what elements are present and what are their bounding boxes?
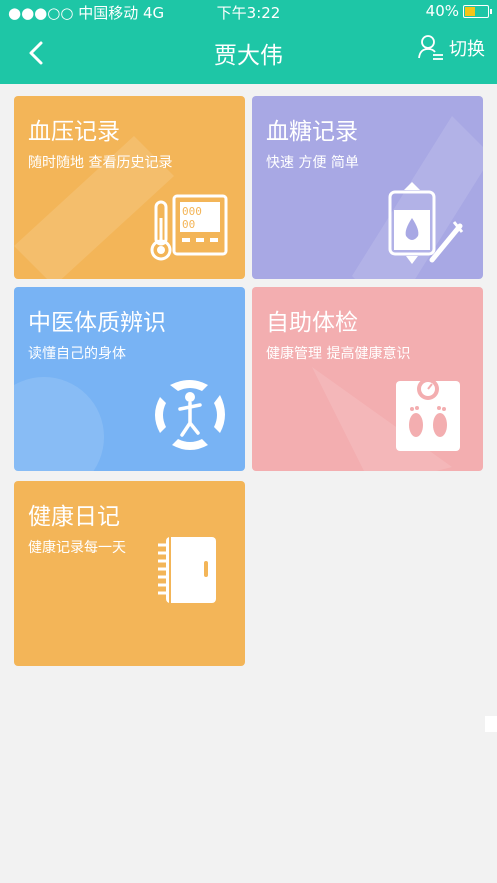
- monitor-readout-bottom: 00: [182, 218, 195, 231]
- battery-percent: 40%: [425, 2, 459, 20]
- tcm-body-icon: [155, 380, 225, 450]
- card-subtitle: 快速 方便 简单: [266, 155, 359, 171]
- card-subtitle: 健康记录每一天: [28, 540, 126, 556]
- card-title: 自助体检: [266, 310, 358, 336]
- top-bar: ●●●○○ 中国移动 4G 下午3:22 40% 贾大伟 切换: [0, 0, 497, 84]
- card-subtitle: 读懂自己的身体: [28, 346, 126, 362]
- card-title: 血糖记录: [266, 119, 358, 145]
- blood-sugar-icon: [388, 182, 464, 264]
- card-subtitle: 随时随地 查看历史记录: [28, 155, 173, 171]
- tcm-constitution-card[interactable]: 中医体质辨识 读懂自己的身体: [14, 287, 245, 471]
- scrollbar-thumb[interactable]: [485, 716, 497, 732]
- self-checkup-card[interactable]: 自助体检 健康管理 提高健康意识: [252, 287, 483, 471]
- switch-label: 切换: [449, 39, 485, 60]
- battery-icon: [463, 4, 492, 18]
- scale-icon: [396, 378, 460, 451]
- blood-sugar-card[interactable]: 血糖记录 快速 方便 简单: [252, 96, 483, 279]
- monitor-readout-top: 000: [182, 205, 202, 218]
- blood-pressure-monitor-icon: 000 00: [150, 194, 228, 261]
- status-bar: ●●●○○ 中国移动 4G 下午3:22 40%: [0, 0, 497, 24]
- switch-user-icon: [418, 35, 443, 60]
- battery-status: 40%: [425, 2, 492, 20]
- blood-pressure-card[interactable]: 血压记录 随时随地 查看历史记录 000 00: [14, 96, 245, 279]
- notebook-icon: [158, 537, 216, 603]
- status-time: 下午3:22: [216, 4, 281, 22]
- card-title: 血压记录: [28, 119, 120, 145]
- card-subtitle: 健康管理 提高健康意识: [266, 346, 411, 362]
- card-title: 中医体质辨识: [28, 310, 166, 336]
- health-diary-card[interactable]: 健康日记 健康记录每一天: [14, 481, 245, 666]
- card-title: 健康日记: [28, 504, 120, 530]
- switch-user-button[interactable]: 切换: [417, 34, 485, 62]
